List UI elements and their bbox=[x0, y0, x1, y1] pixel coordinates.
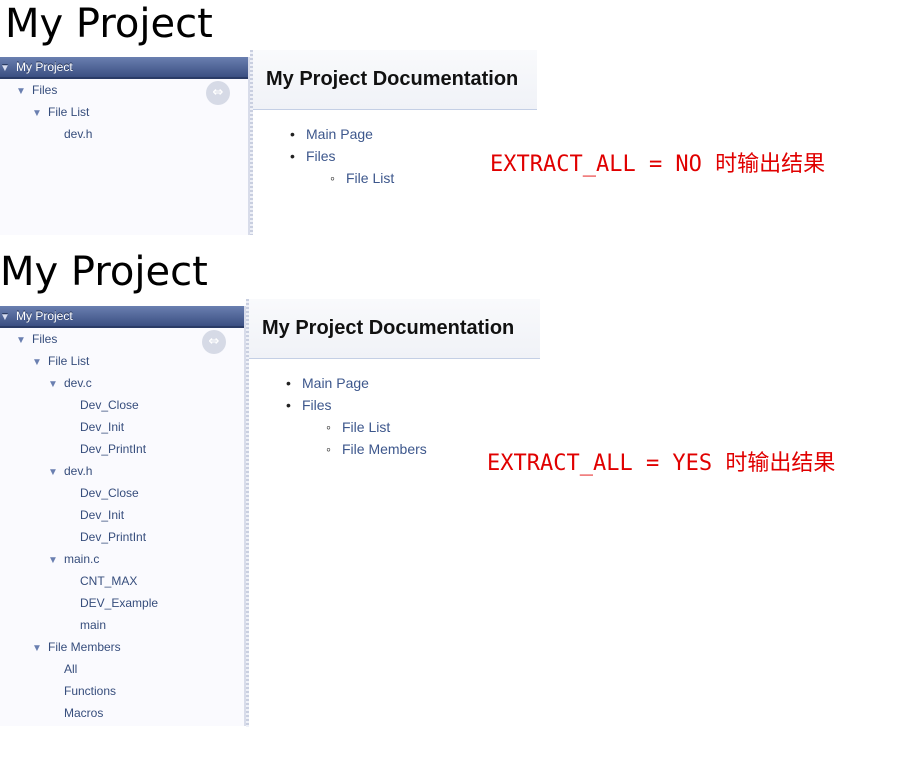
sync-arrows-icon[interactable]: ⇔ bbox=[206, 81, 230, 105]
doc-link[interactable]: Main Page bbox=[278, 372, 427, 394]
nav-item-label: Dev_Init bbox=[80, 420, 125, 434]
nav-item-label: File List bbox=[48, 105, 90, 119]
nav-item-label: Files bbox=[32, 332, 58, 346]
doc-link[interactable]: Files bbox=[282, 145, 394, 167]
nav-item[interactable]: Dev_Init bbox=[0, 416, 244, 438]
nav-item[interactable]: Dev_Init bbox=[0, 504, 244, 526]
nav-item[interactable]: ▼ dev.c bbox=[0, 372, 244, 394]
nav-item[interactable]: ▼ My Project bbox=[0, 306, 244, 328]
expand-arrow-icon[interactable]: ▼ bbox=[16, 330, 32, 352]
nav-item-label: File List bbox=[48, 354, 90, 368]
nav-item[interactable]: dev.h bbox=[0, 123, 248, 145]
nav-item[interactable]: main bbox=[0, 614, 244, 636]
expand-arrow-icon[interactable]: ▼ bbox=[48, 374, 64, 396]
nav-item[interactable]: DEV_Example bbox=[0, 592, 244, 614]
nav-item[interactable]: All bbox=[0, 658, 244, 680]
nav-item-label: main.c bbox=[64, 552, 100, 566]
doc-header: My Project Documentation bbox=[253, 50, 537, 110]
nav-tree: ▼ My Project ▼ Files ▼ File List ▼ dev.c Dev_Clo… bbox=[0, 306, 246, 726]
nav-item-label: dev.h bbox=[64, 464, 93, 478]
annotation-label: EXTRACT_ALL = NO 时输出结果 bbox=[490, 152, 826, 177]
sync-arrows-icon[interactable]: ⇔ bbox=[202, 330, 226, 354]
nav-item-label: My Project bbox=[16, 60, 73, 74]
panel-extract-all-no: My Project ▼ My Project ▼ Files ▼ File List de… bbox=[0, 0, 924, 240]
panel-extract-all-yes: My Project ▼ My Project ▼ Files ▼ File List ▼ d… bbox=[0, 248, 924, 738]
nav-item-label: My Project bbox=[16, 309, 73, 323]
nav-item-label: Dev_PrintInt bbox=[80, 530, 147, 544]
project-title: My Project bbox=[0, 249, 208, 295]
nav-item[interactable]: ▼ File Members bbox=[0, 636, 244, 658]
nav-item-label: File Members bbox=[48, 640, 121, 654]
nav-item-label: Dev_PrintInt bbox=[80, 442, 147, 456]
doc-title: My Project Documentation bbox=[266, 68, 519, 90]
doc-link[interactable]: File List bbox=[282, 167, 394, 189]
nav-item-label: Dev_Close bbox=[80, 398, 139, 412]
nav-item[interactable]: CNT_MAX bbox=[0, 570, 244, 592]
nav-item-label: DEV_Example bbox=[80, 596, 159, 610]
expand-arrow-icon[interactable]: ▼ bbox=[0, 308, 16, 328]
expand-arrow-icon[interactable]: ▼ bbox=[48, 550, 64, 572]
split-bar[interactable] bbox=[246, 299, 249, 727]
nav-item[interactable]: ▼ File List bbox=[0, 101, 248, 123]
nav-item-label: main bbox=[80, 618, 107, 632]
nav-item[interactable]: Dev_PrintInt bbox=[0, 526, 244, 548]
doc-title: My Project Documentation bbox=[262, 317, 515, 339]
nav-item[interactable]: Dev_PrintInt bbox=[0, 438, 244, 460]
annotation-label: EXTRACT_ALL = YES 时输出结果 bbox=[487, 451, 836, 476]
nav-item-label: All bbox=[64, 662, 78, 676]
nav-item-label: Files bbox=[32, 83, 58, 97]
nav-item[interactable]: Functions bbox=[0, 680, 244, 702]
nav-item[interactable]: Dev_Close bbox=[0, 482, 244, 504]
doc-link[interactable]: File Members bbox=[278, 438, 427, 460]
project-title: My Project bbox=[5, 1, 213, 47]
expand-arrow-icon[interactable]: ▼ bbox=[32, 638, 48, 660]
nav-item-label: dev.h bbox=[64, 127, 93, 141]
doc-index-list: Main PageFilesFile ListFile Members bbox=[278, 372, 427, 460]
nav-item[interactable]: ▼ My Project bbox=[0, 57, 248, 79]
doc-link[interactable]: Files bbox=[278, 394, 427, 416]
doc-link[interactable]: Main Page bbox=[282, 123, 394, 145]
doc-link[interactable]: File List bbox=[278, 416, 427, 438]
nav-item[interactable]: Macros bbox=[0, 702, 244, 724]
nav-item-label: Dev_Init bbox=[80, 508, 125, 522]
nav-item[interactable]: Dev_Close bbox=[0, 394, 244, 416]
nav-item[interactable]: ▼ dev.h bbox=[0, 460, 244, 482]
nav-item-label: dev.c bbox=[64, 376, 92, 390]
nav-item[interactable]: ▼ main.c bbox=[0, 548, 244, 570]
expand-arrow-icon[interactable]: ▼ bbox=[16, 81, 32, 103]
nav-item-label: Macros bbox=[64, 706, 104, 720]
nav-item-label: Functions bbox=[64, 684, 117, 698]
nav-item-label: CNT_MAX bbox=[80, 574, 138, 588]
expand-arrow-icon[interactable]: ▼ bbox=[32, 103, 48, 125]
nav-item[interactable]: ▼ File List bbox=[0, 350, 244, 372]
expand-arrow-icon[interactable]: ▼ bbox=[48, 462, 64, 484]
expand-arrow-icon[interactable]: ▼ bbox=[32, 352, 48, 374]
doc-index-list: Main PageFilesFile List bbox=[282, 123, 394, 189]
expand-arrow-icon[interactable]: ▼ bbox=[0, 59, 16, 79]
nav-item-label: Dev_Close bbox=[80, 486, 139, 500]
doc-header: My Project Documentation bbox=[249, 299, 540, 359]
